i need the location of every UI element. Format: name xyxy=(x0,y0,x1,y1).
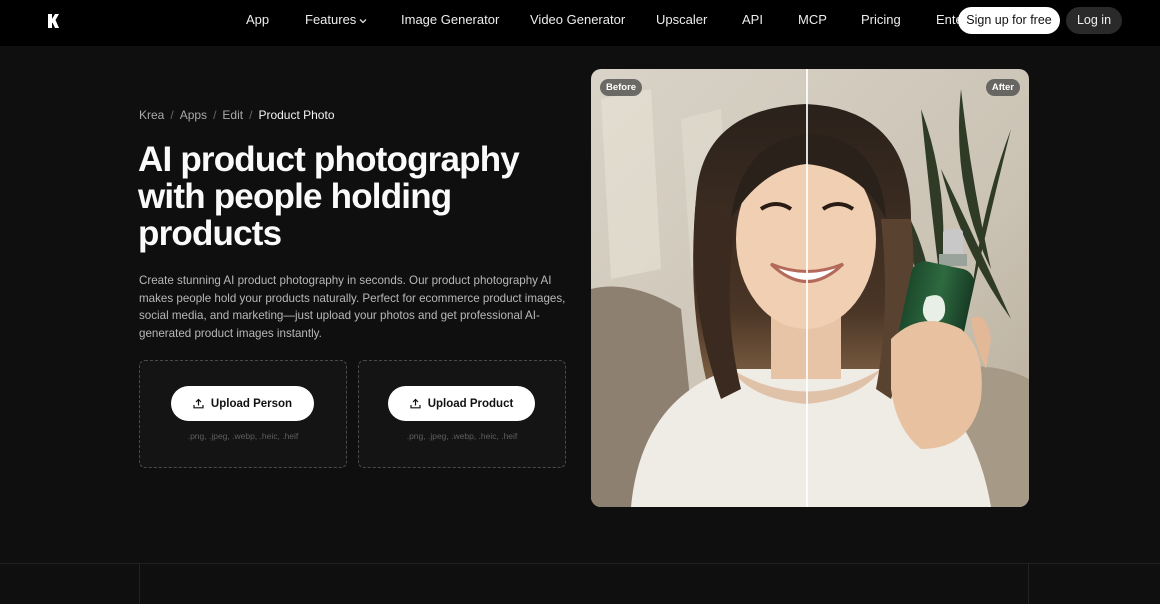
nav-item-features[interactable]: Features xyxy=(305,12,367,27)
upload-person-dropzone[interactable]: Upload Person .png, .jpeg, .webp, .heic,… xyxy=(139,360,347,468)
breadcrumb-current: Product Photo xyxy=(258,108,335,122)
upload-product-dropzone[interactable]: Upload Product .png, .jpeg, .webp, .heic… xyxy=(358,360,566,468)
comparison-slider-handle[interactable] xyxy=(806,69,808,507)
before-after-comparison[interactable]: Before After xyxy=(591,69,1029,507)
nav-item-api[interactable]: API xyxy=(742,12,763,27)
section-column-line xyxy=(139,563,140,604)
nav-item-upscaler[interactable]: Upscaler xyxy=(656,12,707,27)
page-title: AI product photography with people holdi… xyxy=(138,140,520,253)
nav-item-image-generator[interactable]: Image Generator xyxy=(401,12,499,27)
page-description: Create stunning AI product photography i… xyxy=(139,274,566,340)
breadcrumb-separator: / xyxy=(249,108,253,122)
supported-formats: .png, .jpeg, .webp, .heic, .heif xyxy=(187,431,299,441)
breadcrumb-apps[interactable]: Apps xyxy=(180,108,207,122)
upload-person-label: Upload Person xyxy=(210,397,293,410)
top-navigation: App Features Image Generator Video Gener… xyxy=(0,0,1160,46)
breadcrumb-separator: / xyxy=(213,108,217,122)
section-divider xyxy=(0,563,1160,564)
nav-item-app[interactable]: App xyxy=(246,12,269,27)
chevron-down-icon xyxy=(359,18,367,23)
nav-item-features-label: Features xyxy=(305,12,357,27)
nav-item-video-generator[interactable]: Video Generator xyxy=(530,12,625,27)
upload-product-label: Upload Product xyxy=(427,397,514,410)
breadcrumb-krea[interactable]: Krea xyxy=(139,108,164,122)
nav-item-pricing[interactable]: Pricing xyxy=(861,12,901,27)
before-badge: Before xyxy=(600,79,643,96)
signup-button[interactable]: Sign up for free xyxy=(958,7,1060,34)
nav-item-mcp[interactable]: MCP xyxy=(798,12,827,27)
product-photo-illustration xyxy=(591,69,1029,507)
upload-icon xyxy=(193,398,204,409)
upload-product-button[interactable]: Upload Product xyxy=(388,386,535,421)
supported-formats: .png, .jpeg, .webp, .heic, .heif xyxy=(406,431,518,441)
breadcrumb: Krea / Apps / Edit / Product Photo xyxy=(139,108,335,122)
upload-icon xyxy=(410,398,421,409)
after-badge: After xyxy=(985,79,1020,96)
breadcrumb-edit[interactable]: Edit xyxy=(222,108,243,122)
krea-logo-icon[interactable] xyxy=(47,13,61,29)
upload-person-button[interactable]: Upload Person xyxy=(171,386,314,421)
breadcrumb-separator: / xyxy=(170,108,174,122)
login-button[interactable]: Log in xyxy=(1066,7,1122,34)
section-column-line xyxy=(1028,563,1029,604)
